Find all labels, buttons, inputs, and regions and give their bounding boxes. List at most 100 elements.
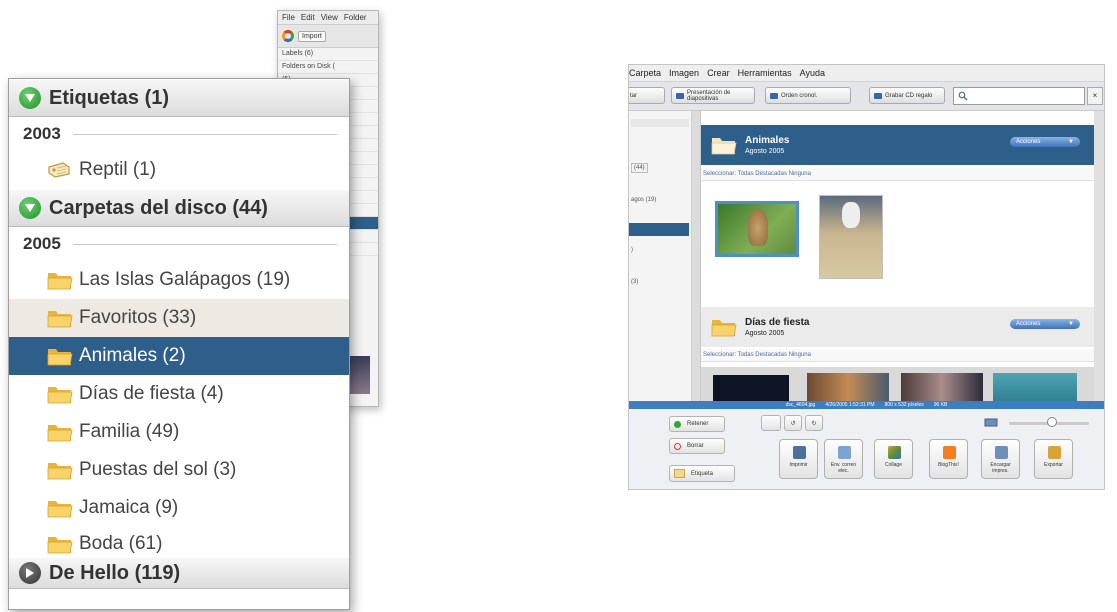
menu-folder[interactable]: Folder	[344, 13, 367, 22]
status-size: 96 KB	[933, 402, 948, 408]
menu-crear[interactable]: Crear	[707, 68, 730, 78]
sidebar-item[interactable]: )	[631, 247, 633, 253]
section-title: Carpetas del disco (44)	[49, 196, 268, 219]
folder-item-animales-selected[interactable]: Animales (2)	[9, 337, 349, 375]
import-button[interactable]: Import	[298, 30, 326, 42]
menu-ayuda[interactable]: Ayuda	[800, 68, 825, 78]
timeline-icon	[770, 92, 778, 99]
divider-line	[72, 133, 337, 135]
main-scrollbar[interactable]	[1094, 111, 1104, 401]
import-button-partial[interactable]: tar	[629, 87, 665, 104]
gift-cd-button[interactable]: Grabar CD regalo	[869, 87, 945, 104]
menu-file[interactable]: File	[282, 13, 295, 22]
print-button[interactable]: Imprimir	[779, 439, 818, 479]
folder-icon	[711, 138, 737, 155]
label-item-text: Reptil (1)	[79, 159, 157, 180]
menu-carpeta[interactable]: Carpeta	[629, 68, 661, 78]
folder-icon	[711, 320, 737, 337]
section-header-labels[interactable]: Etiquetas (1)	[9, 79, 349, 117]
actions-label: Acciones	[1016, 139, 1041, 145]
menu-imagen[interactable]: Imagen	[669, 68, 699, 78]
hold-label: Retener	[687, 421, 709, 427]
section-title: De Hello (119)	[49, 561, 181, 584]
folder-item-label: Favoritos (33)	[79, 307, 197, 328]
export-button[interactable]: Exportar	[1034, 439, 1073, 479]
folder-item-galapagos[interactable]: Las Islas Galápagos (19)	[9, 261, 349, 299]
photo-browser: Animales Agosto 2005 Acciones ▼ Seleccio…	[701, 111, 1094, 401]
clear-button[interactable]: Borrar	[669, 438, 725, 454]
zoom-slider-knob[interactable]	[1047, 417, 1057, 427]
chevron-down-icon: ▼	[1068, 139, 1074, 145]
photo-thumbnail-portrait[interactable]	[819, 195, 883, 279]
folder-icon	[47, 387, 73, 404]
menu-view[interactable]: View	[321, 13, 338, 22]
list-item[interactable]: Folders on Disk (	[278, 61, 378, 74]
collapse-toggle-icon[interactable]	[19, 562, 41, 584]
photo-thumbnail[interactable]	[807, 373, 889, 401]
section-header-hello[interactable]: De Hello (119)	[9, 557, 349, 589]
photo-thumbnail[interactable]	[993, 373, 1077, 401]
album-header-dias-de-fiesta[interactable]: Días de fiesta Agosto 2005 Acciones ▼	[701, 307, 1094, 347]
album-header-animales[interactable]: Animales Agosto 2005 Acciones ▼	[701, 125, 1094, 165]
folder-item-puestas-del-sol[interactable]: Puestas del sol (3)	[9, 451, 349, 489]
clear-search-button[interactable]: ×	[1087, 87, 1103, 105]
folder-icon	[47, 273, 73, 290]
folder-item-dias-de-fiesta[interactable]: Días de fiesta (4)	[9, 375, 349, 413]
actions-dropdown[interactable]: Acciones ▼	[1010, 137, 1080, 147]
rotate-right-icon: ↻	[811, 420, 817, 427]
folder-icon	[47, 501, 73, 518]
hold-button[interactable]: Retener	[669, 416, 725, 432]
action-label: Collage	[885, 462, 902, 468]
folder-item-label: Las Islas Galápagos (19)	[79, 269, 291, 290]
section-header-disk-folders[interactable]: Carpetas del disco (44)	[9, 189, 349, 227]
expand-toggle-icon[interactable]	[19, 87, 41, 109]
order-prints-button[interactable]: Encargar impres.	[981, 439, 1020, 479]
actions-label: Acciones	[1016, 321, 1041, 327]
sidebar-item-selected[interactable]	[629, 223, 689, 236]
timeline-button[interactable]: Orden cronol.	[765, 87, 851, 104]
photo-thumbnail[interactable]	[901, 373, 983, 401]
expand-toggle-icon[interactable]	[19, 197, 41, 219]
thumbnail-image[interactable]	[348, 356, 370, 394]
sidebar-scrollbar[interactable]	[692, 111, 701, 401]
selection-row[interactable]: Seleccionar: Todas Destacadas Ninguna	[701, 349, 1094, 362]
toolbar: tar Presentación de diapositivas Orden c…	[629, 82, 1104, 111]
search-input[interactable]	[953, 87, 1085, 105]
folder-icon	[47, 463, 73, 480]
action-label: Imprimir	[789, 462, 808, 468]
toolbar-button-label: tar	[630, 92, 638, 99]
actions-dropdown[interactable]: Acciones ▼	[1010, 319, 1080, 329]
label-item-reptil[interactable]: Reptil (1)	[9, 151, 349, 189]
slideshow-icon	[676, 92, 684, 99]
tag-icon	[674, 469, 685, 478]
action-label: BlogThis!	[938, 462, 959, 468]
sidebar-item[interactable]: (44)	[631, 163, 648, 173]
blogger-icon	[943, 446, 956, 459]
folder-item-boda[interactable]: Boda (61)	[9, 527, 349, 557]
app-window-spanish: Carpeta Imagen Crear Herramientas Ayuda …	[628, 64, 1105, 490]
list-item[interactable]: Labels (6)	[278, 48, 378, 61]
action-label: Env. correo elec.	[830, 462, 857, 474]
collage-icon	[888, 446, 901, 459]
rotate-left-button[interactable]: ↺	[784, 415, 802, 431]
folder-item-jamaica[interactable]: Jamaica (9)	[9, 489, 349, 527]
slideshow-button[interactable]: Presentación de diapositivas	[671, 87, 755, 104]
selection-row[interactable]: Seleccionar: Todas Destacadas Ninguna	[701, 168, 1094, 181]
folder-item-familia[interactable]: Familia (49)	[9, 413, 349, 451]
blogthis-button[interactable]: BlogThis!	[929, 439, 968, 479]
menu-herramientas[interactable]: Herramientas	[738, 68, 792, 78]
tray-small-button[interactable]	[761, 415, 781, 431]
collage-button[interactable]: Collage	[874, 439, 913, 479]
rotate-right-button[interactable]: ↻	[805, 415, 823, 431]
folder-item-label: Boda (61)	[79, 533, 163, 554]
folder-item-favoritos[interactable]: Favoritos (33)	[9, 299, 349, 337]
folder-item-label: Días de fiesta (4)	[79, 383, 224, 404]
email-button[interactable]: Env. correo elec.	[824, 439, 863, 479]
menu-edit[interactable]: Edit	[301, 13, 315, 22]
sidebar-item[interactable]: (3)	[631, 279, 638, 285]
sidebar-item[interactable]: agos (19)	[631, 197, 656, 203]
photo-thumbnail[interactable]	[713, 375, 789, 401]
photo-thumbnail-cat[interactable]	[715, 201, 799, 257]
sidebar-header-strip	[631, 119, 689, 127]
label-button[interactable]: Etiqueta	[669, 465, 735, 482]
